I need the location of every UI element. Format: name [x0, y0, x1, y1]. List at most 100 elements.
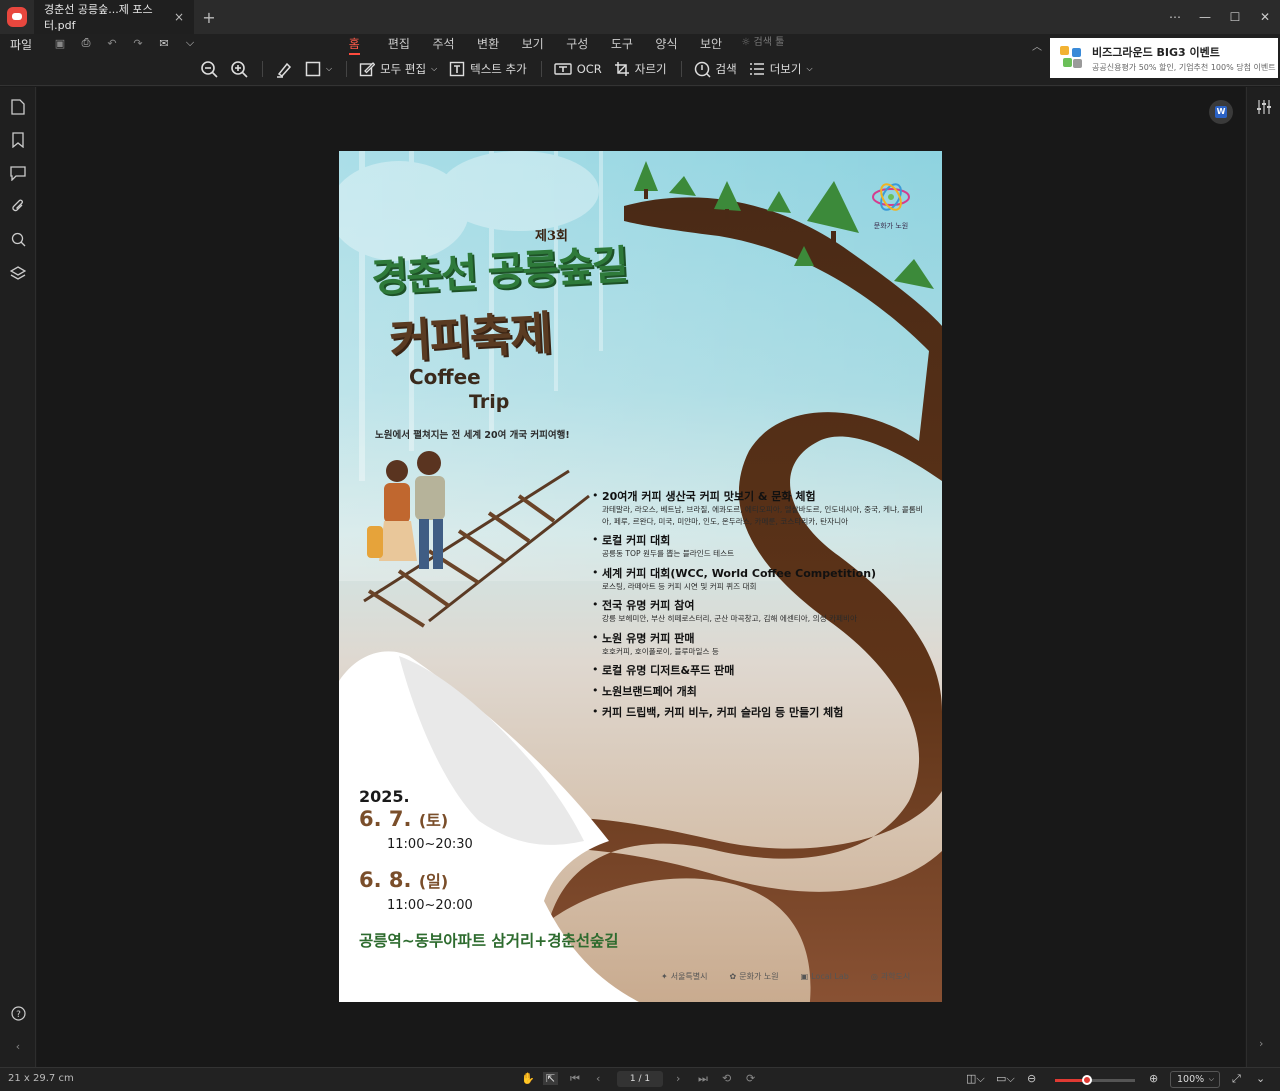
sponsor-logo: ◎ 과학도시 — [870, 972, 911, 981]
more-label: 더보기 — [769, 62, 802, 76]
search-tool-button[interactable]: ☼ 검색 툴 — [741, 35, 784, 53]
highlight-button[interactable] — [275, 60, 293, 78]
fullscreen-icon[interactable]: ⤢ — [1232, 1072, 1241, 1086]
search-panel-icon[interactable] — [9, 230, 27, 248]
sponsor-logo: ▣ Local Lab — [800, 972, 849, 981]
status-bar: 21 x 29.7 cm ✋ ⇱ ⏮ ‹ 1 / 1 › ⏭ ⟲ ⟳ ◫⌵ ▭⌵… — [0, 1067, 1280, 1091]
rotate-left-icon[interactable]: ⟲ — [722, 1072, 731, 1085]
attachment-icon[interactable] — [9, 197, 27, 215]
ocr-label: OCR — [576, 62, 602, 76]
crop-button[interactable]: 자르기 — [614, 61, 667, 77]
shape-button[interactable]: ⌵ — [305, 61, 332, 77]
tab-organize[interactable]: 구성 — [555, 35, 600, 53]
program-item: 노원브랜드페어 개최 — [592, 684, 932, 699]
close-tab-icon[interactable]: × — [174, 10, 184, 24]
ad-banner[interactable]: 비즈그라운드 BIG3 이벤트 공공신용평가 50% 할인, 기업추천 100%… — [1050, 38, 1278, 78]
toolbar-divider — [346, 61, 348, 77]
program-item-title: 로컬 커피 대회 — [602, 534, 671, 547]
properties-sliders-icon[interactable] — [1256, 99, 1272, 119]
tab-forms[interactable]: 양식 — [644, 35, 689, 53]
day1-date: 6. 7. — [359, 807, 412, 831]
convert-to-word-button[interactable]: W — [1209, 100, 1233, 124]
zoom-out-icon — [201, 61, 218, 78]
search-label: 검색 — [715, 62, 737, 76]
add-text-button[interactable]: 텍스트 추가 — [449, 61, 527, 77]
zoom-out-button[interactable] — [200, 60, 218, 78]
program-item: 20여개 커피 생산국 커피 맛보기 & 문화 체험 과테말라, 라오스, 베트… — [592, 489, 932, 527]
tab-comment[interactable]: 주석 — [421, 35, 466, 53]
tab-view[interactable]: 보기 — [510, 35, 555, 53]
hand-tool-icon[interactable]: ✋ — [521, 1072, 535, 1085]
redo-icon[interactable]: ↷ — [130, 36, 146, 50]
close-window-button[interactable]: ✕ — [1250, 10, 1280, 24]
search-icon — [694, 61, 711, 78]
more-options-button[interactable]: ⋯ — [1160, 10, 1190, 24]
select-tool-icon[interactable]: ⇱ — [543, 1072, 559, 1085]
zoom-slider[interactable] — [1055, 1075, 1135, 1085]
program-item-title: 로컬 유명 디저트&푸드 판매 — [602, 664, 735, 677]
program-item-desc: 공릉동 TOP 원두를 뽑는 블라인드 테스트 — [602, 549, 735, 558]
prev-page-icon[interactable]: ‹ — [596, 1072, 600, 1085]
maximize-button[interactable]: ☐ — [1220, 10, 1250, 24]
word-icon: W — [1215, 106, 1227, 118]
chevron-down-icon: ⌵ — [1208, 1075, 1214, 1083]
day2-dow: (일) — [418, 872, 449, 891]
last-page-icon[interactable]: ⏭ — [698, 1072, 708, 1086]
more-button[interactable]: 더보기 ⌵ — [749, 61, 813, 77]
zoom-level-select[interactable]: 100% ⌵ — [1170, 1071, 1220, 1088]
tab-edit[interactable]: 편집 — [377, 35, 422, 53]
ocr-button[interactable]: OCR — [554, 61, 602, 77]
zoom-in-small-icon[interactable]: ⊕ — [1149, 1072, 1158, 1085]
undo-icon[interactable]: ↶ — [104, 36, 120, 50]
poster-coffee: Coffee — [409, 365, 481, 389]
comment-icon[interactable] — [9, 164, 27, 182]
highlighter-icon — [277, 62, 292, 78]
zoom-in-button[interactable] — [230, 60, 248, 78]
view-mode-icon[interactable]: ▭⌵ — [996, 1072, 1015, 1086]
page-thumbnail-icon[interactable] — [9, 98, 27, 116]
tab-home[interactable]: 홈 — [332, 35, 377, 55]
new-tab-button[interactable]: + — [194, 8, 224, 27]
poster-tagline: 노원에서 펼쳐지는 전 세계 20여 개국 커피여행! — [375, 430, 570, 441]
scroll-down-icon[interactable]: ⌄ — [1256, 1072, 1265, 1085]
program-item-title: 커피 드립백, 커피 비누, 커피 슬라임 등 만들기 체험 — [602, 706, 844, 719]
next-page-icon[interactable]: › — [676, 1072, 680, 1085]
program-item-desc: 로스팅, 라떼아트 등 커피 시연 및 커피 퀴즈 대회 — [602, 581, 757, 591]
file-menu[interactable]: 파일 — [10, 36, 32, 53]
zoom-slider-handle[interactable] — [1082, 1075, 1092, 1085]
edit-all-button[interactable]: 모두 편집 ⌵ — [359, 61, 437, 77]
ad-logo-icon — [1060, 46, 1084, 70]
page-indicator[interactable]: 1 / 1 — [617, 1071, 663, 1087]
print-icon[interactable]: ⎙ — [78, 36, 94, 50]
rectangle-icon — [305, 61, 321, 77]
save-icon[interactable]: ▣ — [52, 36, 68, 50]
seal-label: 문화가 노원 — [873, 222, 909, 230]
layers-icon[interactable] — [9, 264, 27, 282]
tab-tools[interactable]: 도구 — [600, 35, 645, 53]
collapse-right-icon[interactable]: › — [1259, 1037, 1263, 1050]
left-sidebar: ? ‹ — [0, 87, 36, 1067]
ribbon-tools: ⌵ 모두 편집 ⌵ 텍스트 추가 OCR 자르기 검색 더보기 ⌵ — [200, 58, 825, 80]
help-icon[interactable]: ? — [9, 1004, 27, 1022]
document-tab[interactable]: 경춘선 공릉숲...제 포스터.pdf × — [34, 0, 194, 34]
toolbar-divider — [262, 61, 263, 77]
sponsor-name: 서울특별시 — [670, 972, 708, 981]
minimize-button[interactable]: — — [1190, 10, 1220, 24]
search-tool-label: 검색 툴 — [753, 37, 785, 48]
search-button[interactable]: 검색 — [694, 61, 737, 78]
tab-security[interactable]: 보안 — [689, 35, 734, 53]
bookmark-icon[interactable] — [9, 131, 27, 149]
first-page-icon[interactable]: ⏮ — [570, 1072, 580, 1086]
page-layout-icon[interactable]: ◫⌵ — [966, 1072, 985, 1086]
program-item-desc: 강릉 보헤미안, 부산 히떼로스터리, 군산 마곡창고, 김해 에센티아, 의성… — [602, 614, 857, 623]
customize-dropdown-icon[interactable]: ⌵ — [182, 36, 198, 50]
program-item-title: 노원브랜드페어 개최 — [602, 685, 697, 698]
event-day2-time: 11:00~20:00 — [387, 898, 473, 913]
mail-icon[interactable]: ✉ — [156, 36, 172, 50]
collapse-left-icon[interactable]: ‹ — [9, 1037, 27, 1055]
edit-all-label: 모두 편집 — [380, 62, 427, 76]
rotate-right-icon[interactable]: ⟳ — [746, 1072, 755, 1085]
collapse-ribbon-icon[interactable]: ︿ — [1032, 38, 1042, 53]
tab-convert[interactable]: 변환 — [466, 35, 511, 53]
zoom-out-small-icon[interactable]: ⊖ — [1027, 1072, 1036, 1085]
